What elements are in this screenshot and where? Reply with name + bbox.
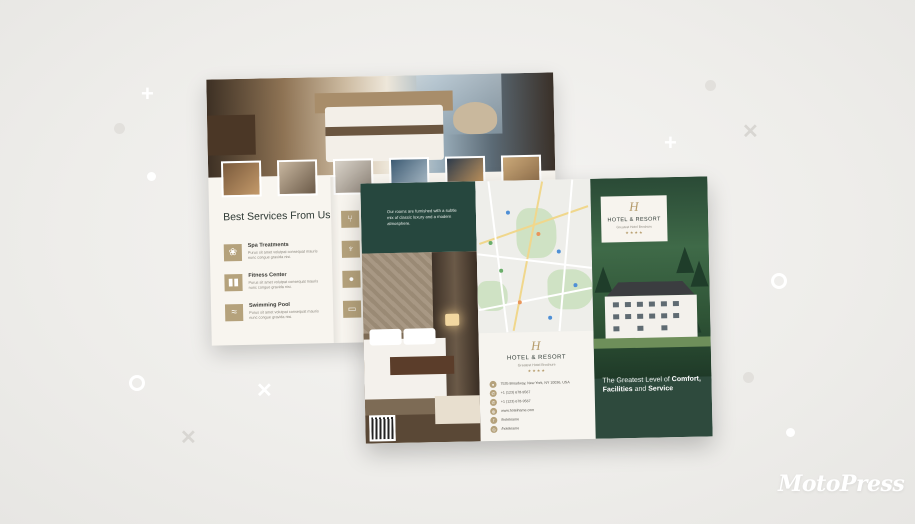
location-icon: ● bbox=[489, 380, 497, 388]
plus-decoration: + bbox=[664, 130, 677, 155]
intro-block: Our rooms are furnished with a subtle mi… bbox=[360, 181, 477, 254]
contact-text: /hotelname bbox=[501, 426, 520, 431]
service-name: Swimming Pool bbox=[248, 301, 291, 309]
front-brochure: Our rooms are furnished with a subtle mi… bbox=[360, 176, 713, 444]
tagline-text: The Greatest Level of bbox=[602, 376, 672, 385]
service-desc: Purus sit amet volutpat consequat mauris… bbox=[249, 309, 319, 320]
instagram-icon: ◎ bbox=[490, 425, 498, 433]
cover-panel: H HOTEL & RESORT Greatest Hotel Brochure… bbox=[590, 176, 713, 439]
dot-decoration bbox=[147, 172, 156, 181]
contact-text: /hotelname bbox=[501, 417, 520, 422]
contact-text: +1 (123) 678-9567 bbox=[500, 399, 531, 404]
cross-decoration: ✕ bbox=[180, 427, 197, 449]
microphone-icon: ● bbox=[342, 270, 361, 288]
city-map bbox=[475, 178, 594, 334]
tv-icon: ▭ bbox=[342, 300, 362, 318]
swimmer-icon: ≈ bbox=[224, 303, 244, 322]
service-desc: Purus sit amet volutpat consequat mauris… bbox=[247, 249, 318, 260]
service-desc: Purus sit amet volutpat consequat mauris… bbox=[248, 279, 319, 290]
hotel-building-photo bbox=[593, 281, 711, 349]
inner-panel: Our rooms are furnished with a subtle mi… bbox=[360, 181, 481, 444]
phone-icon: ✆ bbox=[489, 398, 497, 406]
service-name: Spa Treatments bbox=[247, 241, 289, 249]
dot-decoration bbox=[114, 123, 125, 134]
contact-item: ◎ /hotelname bbox=[490, 424, 595, 434]
ring-decoration bbox=[129, 375, 145, 391]
dot-decoration bbox=[786, 428, 795, 437]
restaurant-icon: ⑂ bbox=[341, 210, 360, 228]
cross-decoration: ✕ bbox=[256, 380, 273, 402]
spa-icon: ❀ bbox=[223, 243, 243, 262]
service-item: ≈ Swimming Pool Purus sit amet volutpat … bbox=[224, 301, 335, 327]
tagline-bold: Service bbox=[648, 385, 674, 393]
plus-decoration: + bbox=[141, 81, 154, 106]
services-heading: Best Services From Us bbox=[223, 209, 331, 224]
contact-text: www.hotelname.com bbox=[501, 408, 535, 413]
map-panel: H HOTEL & RESORT Greatest Hotel Brochure… bbox=[475, 178, 596, 442]
dumbbell-icon: ▮▮ bbox=[224, 273, 243, 292]
hotel-monogram-icon: H bbox=[530, 337, 541, 354]
hotel-stars: ★★★★ bbox=[625, 229, 644, 236]
hotel-stars: ★★★★ bbox=[527, 367, 546, 374]
service-name: Fitness Center bbox=[248, 272, 287, 279]
cross-decoration: ✕ bbox=[742, 121, 759, 143]
thumbnail bbox=[220, 160, 262, 198]
intro-text: Our rooms are furnished with a subtle mi… bbox=[386, 207, 457, 227]
bar-icon: ♆ bbox=[341, 240, 361, 258]
facebook-icon: f bbox=[490, 416, 498, 424]
brand-logo: MotoPress bbox=[778, 471, 905, 497]
contact-text: +1 (123) 678-9567 bbox=[500, 390, 531, 395]
dot-decoration bbox=[705, 80, 716, 91]
phone-icon: ✆ bbox=[489, 389, 497, 397]
tagline-text: and bbox=[632, 385, 649, 394]
dot-decoration bbox=[743, 372, 754, 383]
photo-thumbnails bbox=[220, 154, 542, 201]
thumbnail bbox=[276, 159, 318, 197]
hotel-monogram-icon: H bbox=[628, 198, 639, 215]
qr-code bbox=[369, 414, 396, 442]
service-item: ❀ Spa Treatments Purus sit amet volutpat… bbox=[223, 241, 334, 267]
globe-icon: ◍ bbox=[490, 407, 498, 415]
service-item: ▮▮ Fitness Center Purus sit amet volutpa… bbox=[224, 271, 334, 297]
hotel-name: HOTEL & RESORT bbox=[506, 354, 567, 362]
cover-tagline: The Greatest Level of Comfort, Facilitie… bbox=[602, 374, 706, 394]
cover-logo-card: H HOTEL & RESORT Greatest Hotel Brochure… bbox=[600, 195, 668, 243]
hotel-name: HOTEL & RESORT bbox=[607, 216, 661, 224]
contact-text: 7535 Broadway, New York, NY 10036, USA bbox=[500, 380, 570, 386]
ring-decoration bbox=[771, 273, 787, 289]
